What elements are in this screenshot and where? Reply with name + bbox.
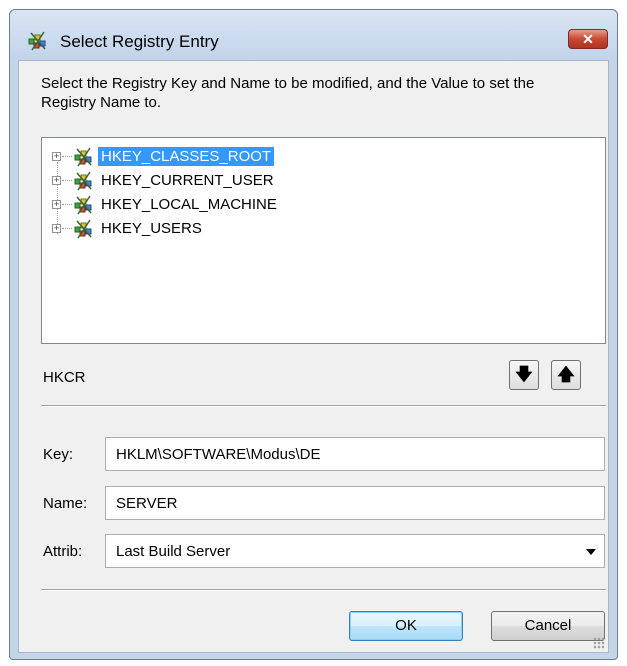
arrow-down-icon: 🡇 bbox=[515, 365, 533, 384]
tree-connector bbox=[62, 228, 72, 229]
expand-icon[interactable]: + bbox=[52, 224, 61, 233]
separator bbox=[41, 405, 606, 407]
instructions-text: Select the Registry Key and Name to be m… bbox=[41, 75, 535, 111]
registry-key-icon bbox=[74, 147, 92, 167]
tree-connector bbox=[62, 180, 72, 181]
expand-icon[interactable]: + bbox=[52, 152, 61, 161]
dialog-body: Select the Registry Key and Name to be m… bbox=[18, 60, 609, 653]
tree-item-label: HKEY_CURRENT_USER bbox=[101, 172, 274, 189]
registry-key-icon bbox=[74, 219, 92, 239]
name-field[interactable]: SERVER bbox=[105, 486, 605, 520]
resize-grip[interactable] bbox=[593, 637, 605, 649]
attrib-select[interactable]: Last Build Server bbox=[105, 534, 605, 568]
registry-icon bbox=[28, 31, 46, 51]
tree-item-label: HKEY_CLASSES_ROOT bbox=[98, 147, 275, 166]
arrow-up-icon: 🡅 bbox=[557, 365, 575, 384]
tree-item-hkey-users[interactable]: + HKEY_USERS bbox=[48, 218, 308, 240]
registry-key-icon bbox=[74, 171, 92, 191]
tree-item-label: HKEY_USERS bbox=[101, 220, 202, 237]
tree-item-label: HKEY_LOCAL_MACHINE bbox=[101, 196, 277, 213]
move-up-button[interactable]: 🡅 bbox=[551, 360, 581, 390]
close-button[interactable]: ✕ bbox=[568, 29, 608, 49]
cancel-button[interactable]: Cancel bbox=[491, 611, 605, 641]
title-bar[interactable]: Select Registry Entry ✕ bbox=[10, 10, 617, 60]
tree-item-hkey-current-user[interactable]: + HKEY_CURRENT_USER bbox=[48, 170, 308, 192]
attrib-label: Attrib: bbox=[43, 543, 83, 560]
window-title: Select Registry Entry bbox=[60, 32, 219, 51]
name-label: Name: bbox=[43, 495, 88, 512]
registry-tree[interactable]: + HKEY_CLASSES_ROOT + HKEY_CURRENT_USER … bbox=[41, 137, 606, 344]
ok-button[interactable]: OK bbox=[349, 611, 463, 641]
registry-dialog: Select Registry Entry ✕ Select the Regis… bbox=[9, 9, 618, 660]
attrib-value: Last Build Server bbox=[116, 543, 231, 560]
move-down-button[interactable]: 🡇 bbox=[509, 360, 539, 390]
chevron-down-icon[interactable] bbox=[586, 549, 596, 555]
tree-connector bbox=[62, 204, 72, 205]
expand-icon[interactable]: + bbox=[52, 200, 61, 209]
tree-item-hkey-classes-root[interactable]: + HKEY_CLASSES_ROOT bbox=[48, 146, 308, 168]
separator bbox=[41, 589, 606, 591]
current-path-label: HKCR bbox=[43, 369, 86, 386]
tree-connector bbox=[62, 156, 72, 157]
key-label: Key: bbox=[43, 446, 74, 463]
tree-item-hkey-local-machine[interactable]: + HKEY_LOCAL_MACHINE bbox=[48, 194, 308, 216]
key-field[interactable]: HKLM\SOFTWARE\Modus\DE bbox=[105, 437, 605, 471]
close-icon: ✕ bbox=[582, 31, 594, 47]
registry-key-icon bbox=[74, 195, 92, 215]
expand-icon[interactable]: + bbox=[52, 176, 61, 185]
